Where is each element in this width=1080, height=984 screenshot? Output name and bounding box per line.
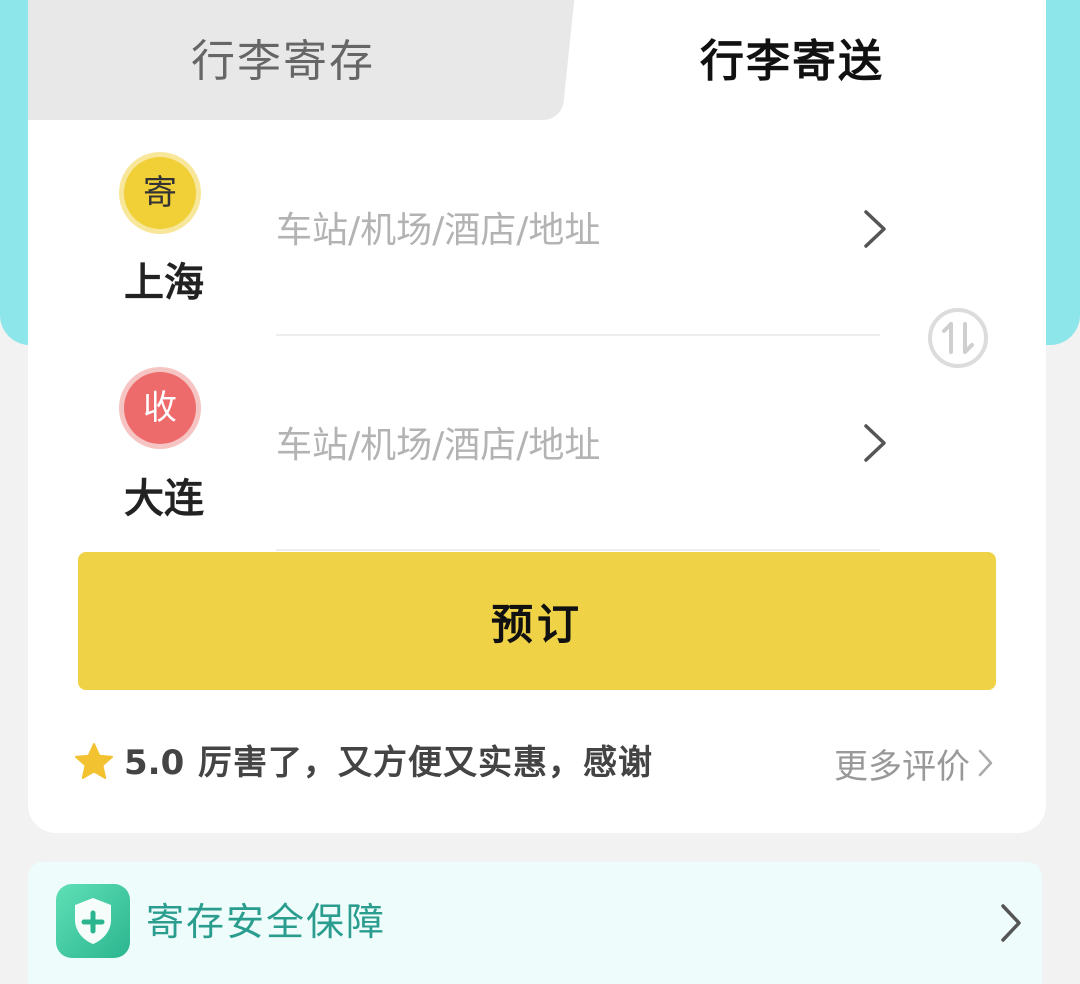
review-text: 厉害了，又方便又实惠，感谢: [198, 743, 653, 783]
tab-luggage-delivery[interactable]: 行李寄送: [538, 30, 1046, 94]
more-reviews-link[interactable]: 更多评价: [834, 740, 994, 787]
chevron-right-icon[interactable]: [856, 204, 892, 254]
chevron-right-icon[interactable]: [856, 418, 892, 468]
sender-badge: 寄: [124, 157, 196, 229]
chevron-right-icon: [1001, 904, 1021, 942]
review-score: 5.0: [124, 743, 185, 783]
receiver-badge: 收: [124, 372, 196, 444]
sender-city[interactable]: 上海: [108, 250, 220, 308]
more-reviews-label: 更多评价: [834, 746, 970, 787]
safety-guarantee-banner[interactable]: 寄存安全保障: [28, 862, 1042, 984]
divider: [276, 549, 880, 551]
booking-card: 行李寄存 行李寄送 寄 上海 收 大连 预订 5.0 厉害了，又方便又实惠，感谢…: [28, 0, 1046, 833]
shield-plus-icon: [56, 884, 130, 958]
star-icon: [75, 743, 113, 779]
safety-guarantee-label: 寄存安全保障: [146, 900, 387, 944]
sender-address-input[interactable]: [276, 205, 836, 255]
swap-icon[interactable]: [926, 306, 990, 370]
book-button[interactable]: 预订: [78, 552, 996, 690]
divider: [276, 334, 880, 336]
tab-luggage-storage[interactable]: 行李寄存: [28, 30, 538, 94]
chevron-right-icon: [978, 749, 993, 777]
receiver-address-input[interactable]: [276, 420, 836, 470]
receiver-city[interactable]: 大连: [108, 466, 220, 524]
